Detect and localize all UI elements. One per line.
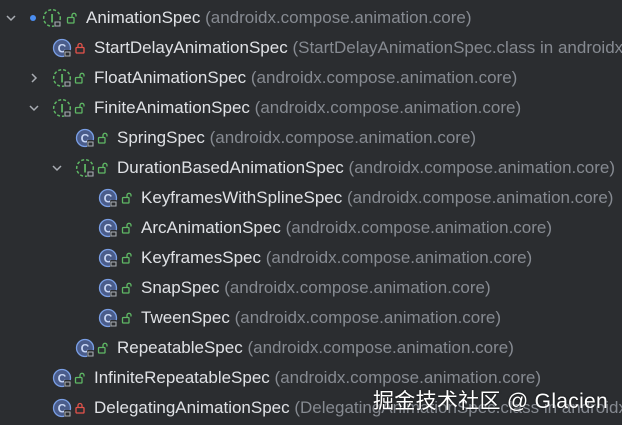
class-icon: C [52, 38, 72, 58]
class-name: RepeatableSpec [117, 338, 243, 357]
chevron-down-icon[interactable] [4, 3, 18, 33]
open-lock-icon [121, 222, 133, 234]
class-name: DurationBasedAnimationSpec [117, 158, 344, 177]
svg-text:I: I [60, 72, 63, 86]
tree-row-springspec[interactable]: C SpringSpec (androidx.compose.animation… [0, 123, 622, 153]
class-icon: C [98, 278, 118, 298]
tree-row-startdelayanimationspec[interactable]: C StartDelayAnimationSpec (StartDelayAni… [0, 33, 622, 63]
private-lock-icon [74, 402, 86, 414]
type-hierarchy-tree: I AnimationSpec (androidx.compose.animat… [0, 3, 622, 423]
class-icon: C [98, 218, 118, 238]
tree-item-label: ArcAnimationSpec (androidx.compose.anima… [141, 213, 552, 243]
package-name: (androidx.compose.animation.core) [234, 308, 502, 327]
chevron-down-icon[interactable] [50, 153, 64, 183]
tree-row-durationbasedanimationspec[interactable]: I DurationBasedAnimationSpec (androidx.c… [0, 153, 622, 183]
package-name: (androidx.compose.animation.core) [285, 218, 553, 237]
class-name: DelegatingAnimationSpec [94, 398, 290, 417]
tree-item-label: SnapSpec (androidx.compose.animation.cor… [141, 273, 491, 303]
package-name: (androidx.compose.animation.core) [250, 68, 518, 87]
open-lock-icon [121, 192, 133, 204]
class-name: KeyframesWithSplineSpec [141, 188, 343, 207]
chevron-right-icon[interactable] [27, 63, 41, 93]
class-name: InfiniteRepeatableSpec [94, 368, 270, 387]
class-icon: C [75, 128, 95, 148]
tree-item-label: KeyframesSpec (androidx.compose.animatio… [141, 243, 532, 273]
tree-item-label: SpringSpec (androidx.compose.animation.c… [117, 123, 476, 153]
tree-row-arcanimationspec[interactable]: C ArcAnimationSpec (androidx.compose.ani… [0, 213, 622, 243]
tree-row-finiteanimationspec[interactable]: I FiniteAnimationSpec (androidx.compose.… [0, 93, 622, 123]
class-icon: C [98, 248, 118, 268]
svg-text:I: I [83, 162, 86, 176]
package-name: (StartDelayAnimationSpec.class in androi… [292, 38, 622, 57]
tree-item-label: KeyframesWithSplineSpec (androidx.compos… [141, 183, 613, 213]
open-lock-icon [74, 372, 86, 384]
open-lock-icon [74, 72, 86, 84]
private-lock-icon [74, 42, 86, 54]
class-name: FloatAnimationSpec [94, 68, 247, 87]
class-name: SnapSpec [141, 278, 220, 297]
package-name: (androidx.compose.animation.core) [224, 278, 491, 297]
class-icon: C [98, 308, 118, 328]
tree-row-repeatablespec[interactable]: C RepeatableSpec (androidx.compose.anima… [0, 333, 622, 363]
abstract-interface-icon: I [52, 68, 72, 88]
class-name: TweenSpec [141, 308, 230, 327]
class-name: SpringSpec [117, 128, 205, 147]
abstract-interface-icon: I [75, 158, 95, 178]
class-name: KeyframesSpec [141, 248, 261, 267]
watermark: 掘金技术社区 @ Glacien [373, 390, 608, 413]
class-name: ArcAnimationSpec [141, 218, 281, 237]
tree-item-label: FloatAnimationSpec (androidx.compose.ani… [94, 63, 517, 93]
chevron-down-icon[interactable] [27, 93, 41, 123]
tree-row-keyframesspec[interactable]: C KeyframesSpec (androidx.compose.animat… [0, 243, 622, 273]
open-lock-icon [97, 342, 109, 354]
open-lock-icon [97, 132, 109, 144]
class-icon: C [98, 188, 118, 208]
tree-row-keyframeswithsplinespec[interactable]: C KeyframesWithSplineSpec (androidx.comp… [0, 183, 622, 213]
current-marker-dot [30, 15, 36, 21]
package-name: (androidx.compose.animation.core) [347, 188, 614, 207]
package-name: (androidx.compose.animation.core) [205, 8, 472, 27]
package-name: (androidx.compose.animation.core) [348, 158, 616, 177]
open-lock-icon [74, 102, 86, 114]
class-icon: C [52, 368, 72, 388]
tree-row-snapspec[interactable]: C SnapSpec (androidx.compose.animation.c… [0, 273, 622, 303]
tree-item-label: RepeatableSpec (androidx.compose.animati… [117, 333, 514, 363]
tree-row-floatanimationspec[interactable]: I FloatAnimationSpec (androidx.compose.a… [0, 63, 622, 93]
class-name: StartDelayAnimationSpec [94, 38, 288, 57]
tree-row-animationspec[interactable]: I AnimationSpec (androidx.compose.animat… [0, 3, 622, 33]
tree-item-label: DurationBasedAnimationSpec (androidx.com… [117, 153, 615, 183]
package-name: (androidx.compose.animation.core) [265, 248, 533, 267]
open-lock-icon [66, 12, 78, 24]
open-lock-icon [121, 312, 133, 324]
class-name: AnimationSpec [86, 8, 201, 27]
tree-item-label: TweenSpec (androidx.compose.animation.co… [141, 303, 501, 333]
svg-text:I: I [50, 12, 53, 26]
tree-item-label: StartDelayAnimationSpec (StartDelayAnima… [94, 33, 622, 63]
package-name: (androidx.compose.animation.core) [209, 128, 477, 147]
abstract-interface-icon: I [52, 98, 72, 118]
open-lock-icon [121, 282, 133, 294]
svg-text:I: I [60, 102, 63, 116]
class-icon: C [75, 338, 95, 358]
package-name: (androidx.compose.animation.core) [247, 338, 514, 357]
tree-row-tweenspec[interactable]: C TweenSpec (androidx.compose.animation.… [0, 303, 622, 333]
tree-item-label: AnimationSpec (androidx.compose.animatio… [86, 3, 472, 33]
open-lock-icon [121, 252, 133, 264]
abstract-interface-icon: I [42, 8, 62, 28]
class-name: FiniteAnimationSpec [94, 98, 250, 117]
open-lock-icon [97, 162, 109, 174]
class-icon: C [52, 398, 72, 418]
package-name: (androidx.compose.animation.core) [254, 98, 522, 117]
tree-item-label: FiniteAnimationSpec (androidx.compose.an… [94, 93, 521, 123]
